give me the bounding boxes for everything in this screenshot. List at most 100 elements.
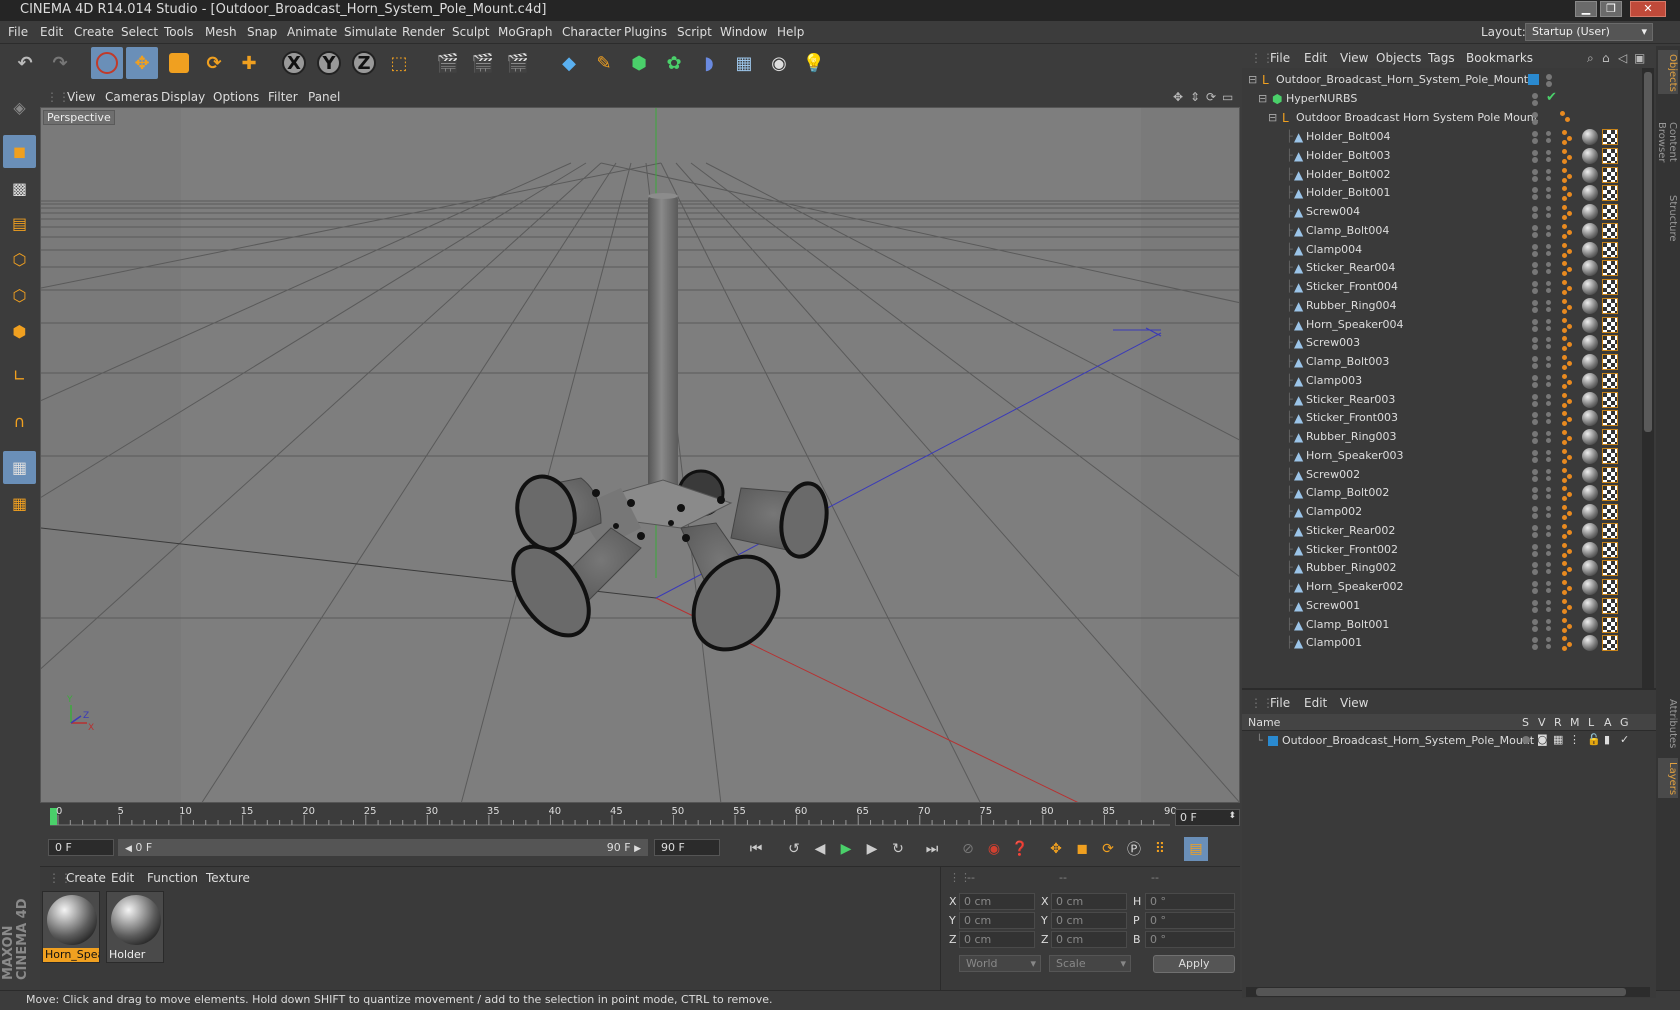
menu-edit[interactable]: Edit [40, 25, 63, 39]
material-tag-icon[interactable] [1582, 166, 1598, 183]
object-row[interactable]: ├ ▲ Sticker_Rear002 [1242, 521, 1636, 541]
next-key-button[interactable]: ↻ [886, 837, 910, 861]
visibility-editor-dot[interactable] [1532, 581, 1538, 587]
material-tag-icon[interactable] [1582, 241, 1598, 258]
vp-menu-cameras[interactable]: Cameras [105, 90, 158, 104]
visibility-extra-dot[interactable] [1546, 299, 1551, 305]
visibility-render-dot[interactable] [1532, 288, 1538, 294]
menu-mesh[interactable]: Mesh [205, 25, 237, 39]
timeline-ruler[interactable]: 0 5 10 15 20 25 30 35 40 45 50 55 60 65 70 75 80 85 90 [40, 805, 1240, 835]
visibility-extra-dot[interactable] [1546, 243, 1551, 249]
phong-tag-icon[interactable] [1562, 411, 1576, 427]
obj-menu-view[interactable]: View [1340, 51, 1368, 65]
menu-select[interactable]: Select [121, 25, 158, 39]
menu-window[interactable]: Window [720, 25, 767, 39]
soft-selection-button[interactable]: ▦ [3, 487, 36, 520]
uvw-tag-icon[interactable] [1602, 335, 1618, 352]
mat-menu-create[interactable]: Create [66, 871, 106, 885]
pos-y-field[interactable]: 0 cm [959, 912, 1035, 929]
visibility-render-dot[interactable] [1546, 81, 1552, 87]
add-floor-button[interactable]: ▦ [728, 47, 760, 79]
visibility-render-dot[interactable] [1532, 419, 1538, 426]
object-row[interactable]: ├ ▲ Holder_Bolt003 [1242, 146, 1636, 166]
visibility-editor-dot[interactable] [1532, 618, 1538, 625]
visibility-render-dot[interactable] [1532, 306, 1538, 313]
scale-tool-button[interactable] [163, 47, 195, 79]
phong-tag-icon[interactable] [1562, 186, 1576, 202]
transform-tool-button[interactable]: ✚ [233, 47, 265, 79]
visibility-editor-dot[interactable] [1532, 562, 1538, 569]
visibility-extra-dot[interactable] [1546, 412, 1551, 418]
animation-film-icon[interactable]: ▮ [1604, 733, 1610, 746]
visibility-extra-dot[interactable] [1546, 625, 1551, 631]
visibility-render-dot[interactable] [1532, 156, 1538, 163]
visibility-extra-dot[interactable] [1546, 187, 1551, 193]
column-view[interactable]: V [1538, 716, 1546, 729]
scrollbar-thumb[interactable] [1256, 988, 1626, 996]
uvw-tag-icon[interactable] [1602, 616, 1618, 633]
render-clapboard-icon[interactable]: ▦ [1553, 733, 1563, 746]
column-name[interactable]: Name [1248, 716, 1280, 729]
tag-icon[interactable] [1560, 111, 1574, 125]
restore-button[interactable]: ❐ [1600, 1, 1622, 17]
material-tag-icon[interactable] [1582, 466, 1598, 483]
object-row-group[interactable]: ⊟ L Outdoor Broadcast Horn System Pole M… [1242, 108, 1636, 128]
material-tag-icon[interactable] [1582, 579, 1598, 595]
visibility-extra-dot[interactable] [1546, 468, 1551, 474]
material-tag-icon[interactable] [1582, 297, 1598, 314]
phong-tag-icon[interactable] [1562, 467, 1576, 483]
visibility-extra-dot[interactable] [1546, 562, 1551, 568]
visibility-extra-dot[interactable] [1546, 438, 1551, 443]
key-position-button[interactable]: ✥ [1044, 837, 1068, 861]
visibility-editor-dot[interactable] [1532, 637, 1538, 644]
material-tag-icon[interactable] [1582, 447, 1598, 464]
column-manager[interactable]: M [1570, 716, 1580, 729]
uvw-tag-icon[interactable] [1602, 410, 1618, 427]
visibility-extra-dot[interactable] [1546, 325, 1551, 331]
visibility-editor-dot[interactable] [1532, 187, 1538, 194]
visibility-editor-dot[interactable] [1532, 468, 1538, 475]
uvw-tag-icon[interactable] [1602, 260, 1618, 277]
layer-menu-view[interactable]: View [1340, 696, 1368, 710]
model-mode-button[interactable]: ◼ [3, 135, 36, 168]
visibility-editor-dot[interactable] [1532, 281, 1538, 287]
menu-sculpt[interactable]: Sculpt [452, 25, 489, 39]
vp-menu-panel[interactable]: Panel [308, 90, 340, 104]
visibility-extra-dot[interactable] [1546, 449, 1551, 455]
uvw-tag-icon[interactable] [1602, 429, 1618, 445]
mat-menu-texture[interactable]: Texture [206, 871, 250, 885]
column-render[interactable]: R [1554, 716, 1562, 729]
add-nurbs-button[interactable]: ⬢ [623, 47, 655, 79]
visibility-extra-dot[interactable] [1546, 374, 1551, 380]
visibility-extra-dot[interactable] [1546, 581, 1551, 586]
snap-button[interactable]: ∩ [3, 405, 36, 438]
make-editable-button[interactable]: ◈ [3, 91, 36, 124]
visibility-extra-dot[interactable] [1546, 138, 1551, 143]
obj-menu-objects[interactable]: Objects [1376, 51, 1421, 65]
visibility-extra-dot[interactable] [1546, 588, 1551, 593]
object-row[interactable]: ├ ▲ Clamp_Bolt003 [1242, 352, 1636, 372]
material-tag-icon[interactable] [1582, 635, 1598, 652]
uvw-tag-icon[interactable] [1602, 504, 1618, 520]
material-tag-icon[interactable] [1582, 597, 1598, 614]
collapse-icon[interactable]: ⊟ [1258, 92, 1267, 105]
visibility-editor-dot[interactable] [1532, 168, 1538, 175]
object-row[interactable]: ├ ▲ Rubber_Ring004 [1242, 296, 1636, 316]
undo-button[interactable]: ↶ [9, 47, 41, 79]
move-tool-button[interactable]: ✥ [126, 47, 158, 79]
phong-tag-icon[interactable] [1562, 373, 1576, 389]
rot-h-field[interactable]: 0 ° [1145, 893, 1235, 910]
uvw-tag-icon[interactable] [1602, 147, 1618, 164]
visibility-render-dot[interactable] [1532, 475, 1538, 482]
visibility-extra-dot[interactable] [1546, 337, 1551, 343]
tab-layers[interactable]: Layers [1658, 758, 1678, 798]
viewport-zoom-icon[interactable]: ⇕ [1190, 90, 1200, 104]
tab-structure[interactable]: Structure [1658, 190, 1678, 246]
layer-row[interactable]: └ Outdoor_Broadcast_Horn_System_Pole_Mou… [1242, 732, 1656, 750]
rot-p-field[interactable]: 0 ° [1145, 912, 1235, 929]
vp-menu-view[interactable]: View [67, 90, 95, 104]
manager-tree-icon[interactable]: ⋮ [1569, 733, 1580, 746]
key-scale-button[interactable]: ◼ [1070, 837, 1094, 861]
phong-tag-icon[interactable] [1562, 617, 1576, 633]
mat-menu-edit[interactable]: Edit [111, 871, 134, 885]
